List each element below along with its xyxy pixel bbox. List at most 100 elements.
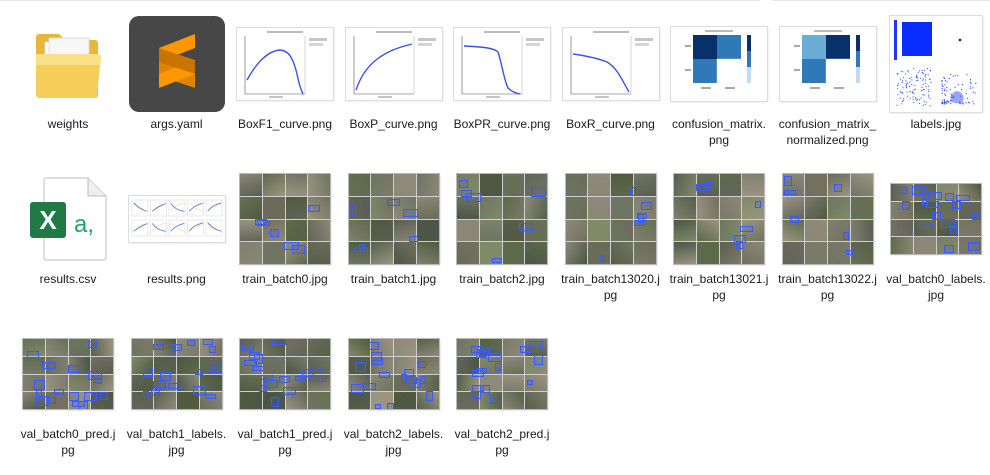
file-item-val-batch1-pred-jpg[interactable]: val_batch1_pred.jpg <box>231 320 339 475</box>
bounding-box <box>790 215 799 224</box>
mosaic-tile <box>479 219 502 242</box>
bounding-box <box>418 361 426 369</box>
top-divider-gap <box>760 0 772 1</box>
mosaic-tile <box>891 219 913 237</box>
file-item-labels-jpg[interactable]: labels.jpg <box>882 10 990 165</box>
training-batch-thumbnail <box>782 174 873 264</box>
file-item-confusion-matrix-normalized-png[interactable]: confusion_matrix_normalized.png <box>774 10 882 165</box>
file-thumbnail <box>235 169 335 269</box>
mosaic-tile <box>588 219 610 242</box>
mosaic-tile <box>611 242 633 264</box>
bounding-box <box>487 347 501 354</box>
file-item-train-batch2-jpg[interactable]: train_batch2.jpg <box>448 165 556 320</box>
bounding-box <box>461 189 472 198</box>
mosaic-tile <box>457 242 479 264</box>
mosaic-tile <box>348 392 371 409</box>
file-item-boxpr-curve-png[interactable]: BoxPR_curve.png <box>448 10 556 165</box>
file-name-label: results.png <box>147 272 206 286</box>
mosaic-tile <box>285 339 308 356</box>
mosaic-tile <box>805 174 827 196</box>
bounding-box <box>142 391 149 399</box>
bounding-box <box>67 365 80 373</box>
file-item-train-batch1-jpg[interactable]: train_batch1.jpg <box>340 165 448 320</box>
curve-plot-thumbnail <box>562 28 659 100</box>
mosaic-tile <box>502 174 525 196</box>
file-item-boxf1-curve-png[interactable]: BoxF1_curve.png <box>231 10 339 165</box>
mosaic-tile <box>308 339 330 356</box>
image-mosaic <box>240 174 330 264</box>
mosaic-tile <box>154 356 176 374</box>
mosaic-tile <box>674 242 696 264</box>
excel-csv-icon: Xa, <box>30 177 107 261</box>
file-name-label: train_batch0.jpg <box>242 272 328 286</box>
file-item-confusion-matrix-png[interactable]: confusion_matrix.png <box>665 10 773 165</box>
file-item-boxr-curve-png[interactable]: BoxR_curve.png <box>557 10 665 165</box>
file-item-train-batch13021-jpg[interactable]: train_batch13021.jpg <box>665 165 773 320</box>
bounding-box <box>314 375 327 382</box>
bounding-box <box>533 355 544 365</box>
mosaic-tile <box>525 392 547 409</box>
validation-batch-thumbnail <box>348 339 439 409</box>
bounding-box <box>932 212 942 220</box>
file-item-val-batch2-labels-jpg[interactable]: val_batch2_labels.jpg <box>340 320 448 475</box>
mosaic-tile <box>805 219 827 242</box>
file-name-label: train_batch13020.jpg <box>561 272 660 302</box>
mosaic-tile <box>565 174 588 196</box>
bounding-box <box>260 375 273 381</box>
file-item-weights[interactable]: weights <box>14 10 122 165</box>
mosaic-tile <box>240 196 262 219</box>
file-item-train-batch0-jpg[interactable]: train_batch0.jpg <box>231 165 339 320</box>
training-batch-thumbnail <box>674 174 764 264</box>
file-item-val-batch0-labels-jpg[interactable]: val_batch0_labels.jpg <box>882 165 990 320</box>
mosaic-tile <box>131 374 154 392</box>
bounding-box <box>193 386 206 395</box>
bounding-box <box>843 232 850 241</box>
file-thumbnail <box>669 169 769 269</box>
bounding-box <box>271 397 280 408</box>
file-item-val-batch2-pred-jpg[interactable]: val_batch2_pred.jpg <box>448 320 556 475</box>
bounding-box <box>242 342 254 351</box>
mosaic-tile <box>742 242 764 264</box>
mosaic-tile <box>565 196 588 219</box>
file-name-label: val_batch0_labels.jpg <box>886 272 986 302</box>
file-item-results-csv[interactable]: Xa, results.csv <box>14 165 122 320</box>
bounding-box <box>784 189 796 195</box>
file-item-val-batch1-labels-jpg[interactable]: val_batch1_labels.jpg <box>123 320 231 475</box>
bounding-box <box>159 372 171 381</box>
mosaic-tile <box>588 174 610 196</box>
file-item-train-batch13020-jpg[interactable]: train_batch13020.jpg <box>557 165 665 320</box>
file-thumbnail <box>127 324 227 424</box>
training-batch-thumbnail <box>565 174 656 264</box>
mosaic-tile <box>782 242 805 264</box>
mosaic-tile <box>394 339 416 356</box>
bounding-box <box>490 395 498 404</box>
file-item-args-yaml[interactable]: args.yaml <box>123 10 231 165</box>
bounding-box <box>362 383 377 391</box>
mosaic-tile <box>805 242 827 264</box>
bounding-box <box>369 341 379 351</box>
bounding-box <box>354 246 368 253</box>
file-item-val-batch0-pred-jpg[interactable]: val_batch0_pred.jpg <box>14 320 122 475</box>
svg-text:a,: a, <box>74 211 94 238</box>
top-divider <box>0 0 990 1</box>
file-thumbnail <box>235 324 335 424</box>
bounding-box <box>153 380 166 390</box>
bounding-box <box>254 218 268 225</box>
mosaic-tile <box>262 196 285 219</box>
file-item-train-batch13022-jpg[interactable]: train_batch13022.jpg <box>774 165 882 320</box>
mosaic-tile <box>262 174 285 196</box>
file-item-boxp-curve-png[interactable]: BoxP_curve.png <box>340 10 448 165</box>
bounding-box <box>479 385 491 394</box>
file-thumbnail <box>452 324 552 424</box>
bounding-box <box>243 360 257 366</box>
file-name-label: confusion_matrix.png <box>671 117 767 147</box>
file-name-label: val_batch1_pred.jpg <box>237 427 333 457</box>
bounding-box <box>495 362 502 371</box>
mosaic-tile <box>502 374 525 392</box>
bounding-box <box>269 228 279 237</box>
mosaic-tile <box>565 219 588 242</box>
file-item-results-png[interactable]: results.png <box>123 165 231 320</box>
bounding-box <box>387 402 395 409</box>
bounding-box <box>408 236 419 243</box>
validation-batch-thumbnail <box>457 339 547 409</box>
